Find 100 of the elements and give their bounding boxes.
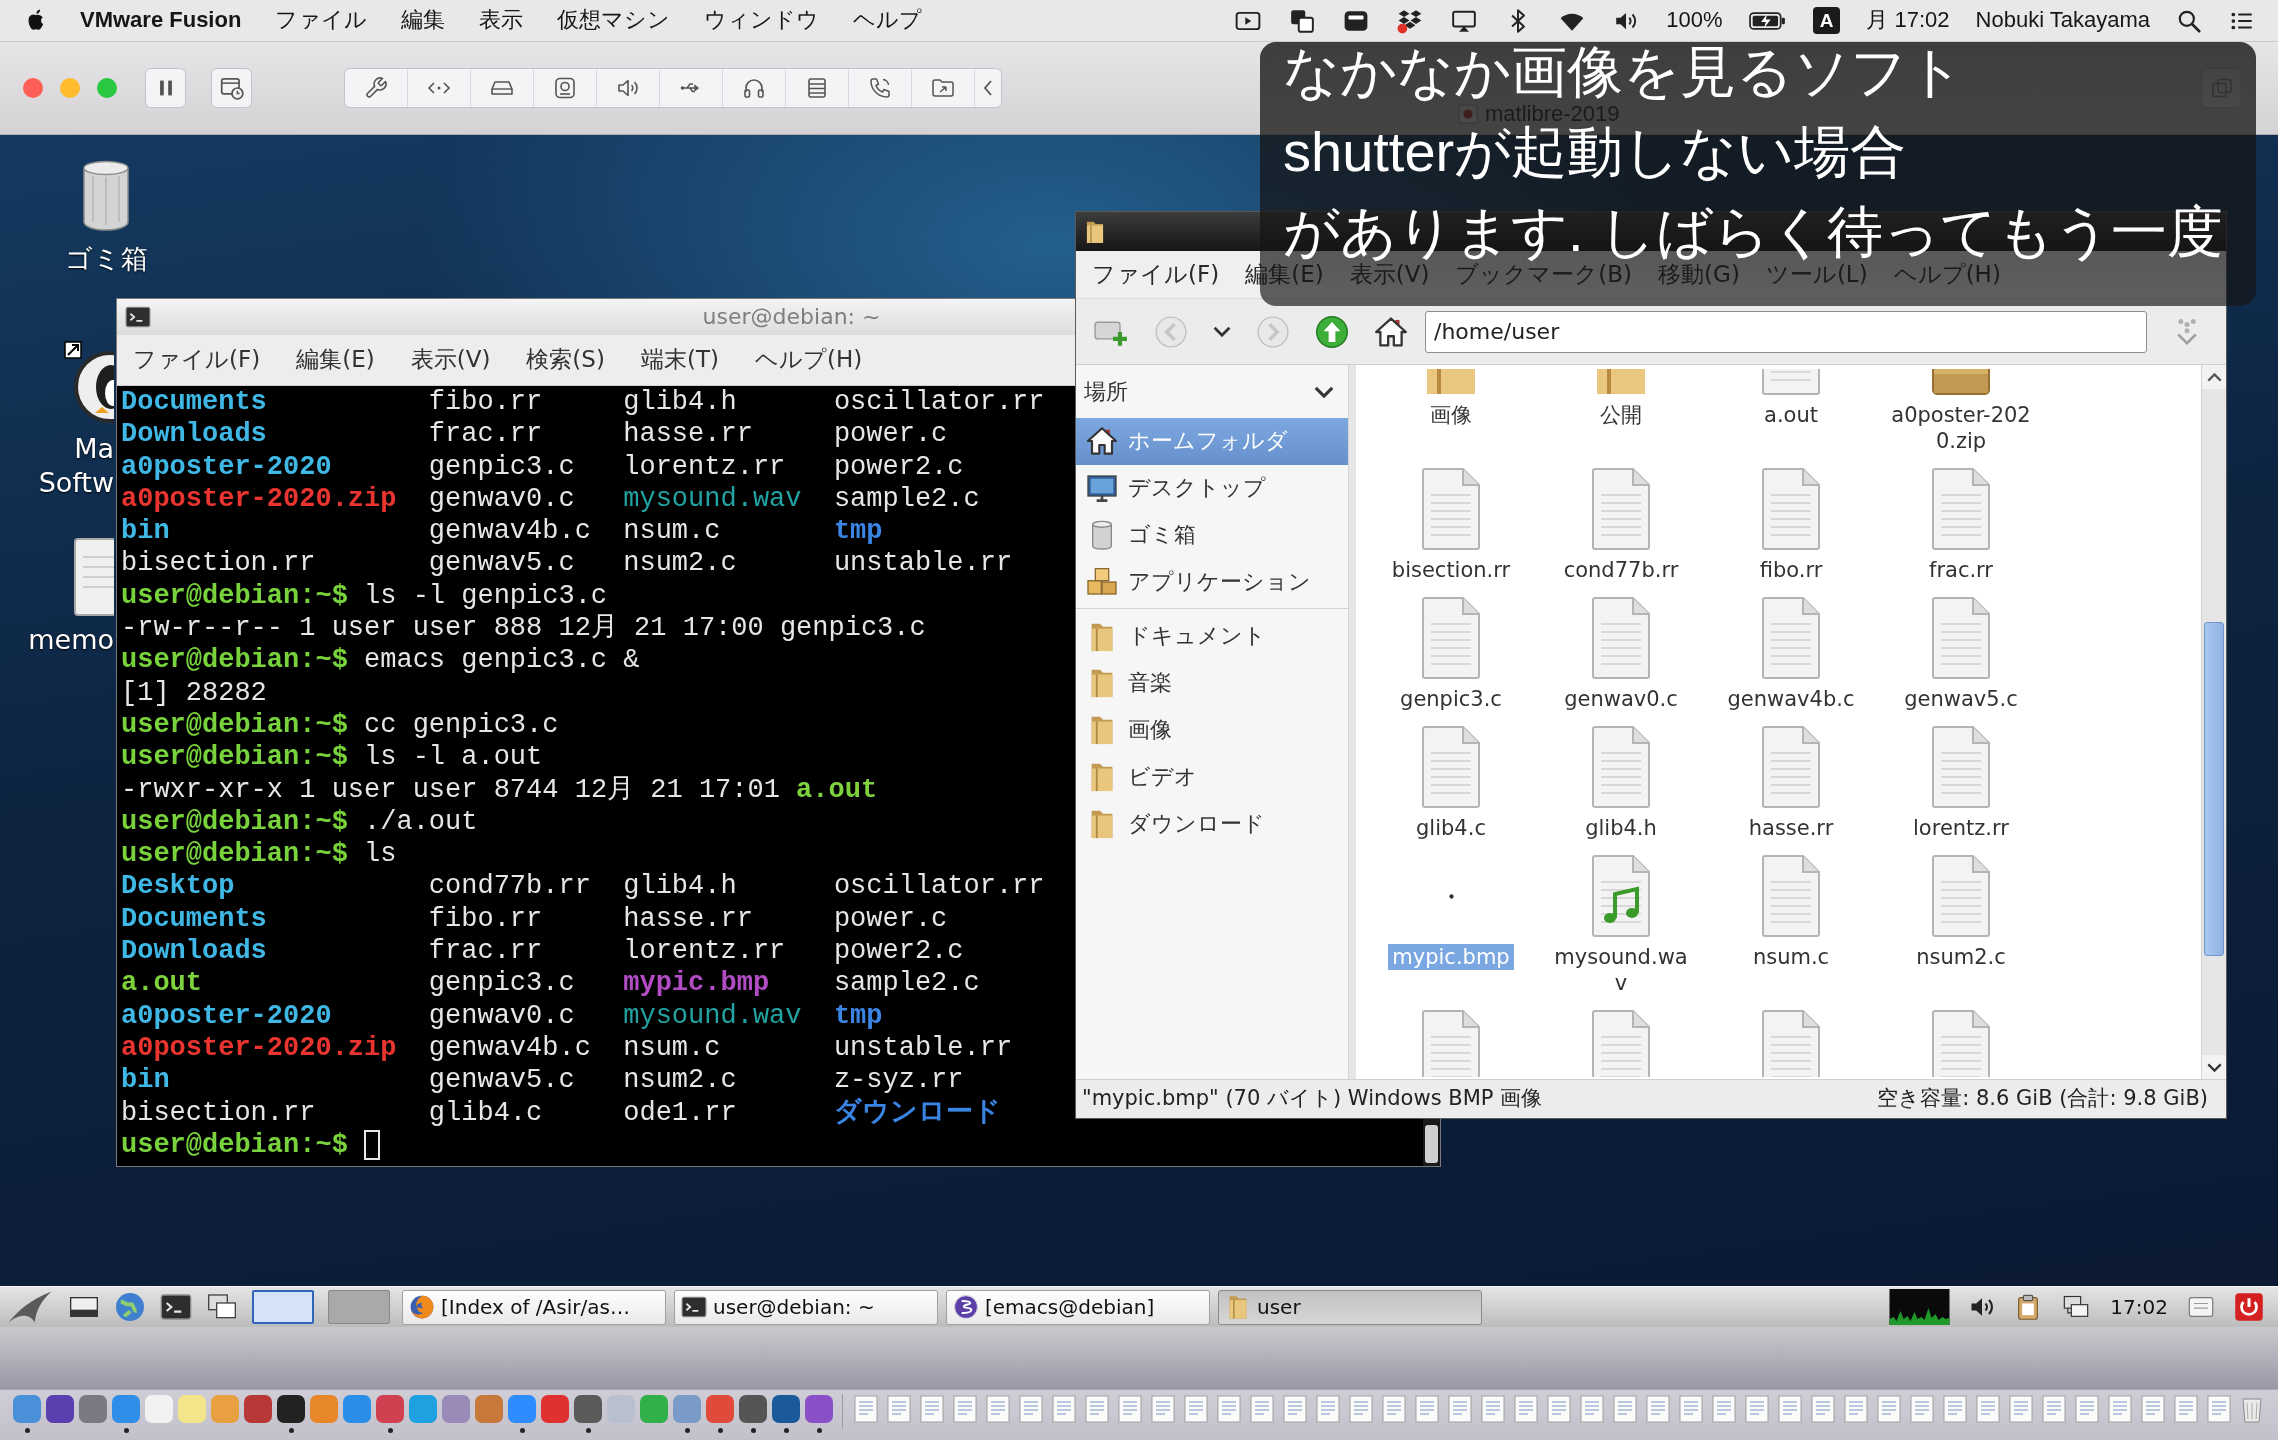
battery-icon[interactable] <box>1748 9 1787 32</box>
apple-logo-icon[interactable] <box>26 8 46 33</box>
document-thumbnail-icon[interactable] <box>917 1394 947 1424</box>
document-thumbnail-icon[interactable] <box>1247 1394 1277 1424</box>
menu-item[interactable]: ファイル <box>275 7 368 34</box>
file-icon[interactable] <box>1759 596 1823 680</box>
taskbar-clock[interactable]: 17:02 <box>2110 1295 2168 1319</box>
file-icon[interactable] <box>1419 467 1483 551</box>
file-name-label[interactable]: lorentz.rr <box>1909 815 2013 841</box>
document-thumbnail-icon[interactable] <box>2138 1394 2168 1424</box>
places-item[interactable]: ビデオ <box>1076 753 1348 801</box>
menu-item[interactable]: ウィンドウ <box>704 7 820 34</box>
file-icon[interactable] <box>1759 467 1823 551</box>
document-thumbnail-icon[interactable] <box>851 1394 881 1424</box>
document-thumbnail-icon[interactable] <box>1280 1394 1310 1424</box>
file-icon[interactable] <box>1419 596 1483 680</box>
file-icon[interactable] <box>1759 854 1823 938</box>
scrollbar-thumb[interactable] <box>1425 1125 1438 1163</box>
document-thumbnail-icon[interactable] <box>1445 1394 1475 1424</box>
file-icon[interactable] <box>1589 725 1653 809</box>
power-icon[interactable] <box>2234 1292 2264 1322</box>
file-icon[interactable] <box>1589 1009 1653 1077</box>
app-icon[interactable] <box>739 1395 767 1423</box>
document-thumbnail-icon[interactable] <box>1544 1394 1574 1424</box>
back-button[interactable] <box>1154 314 1188 349</box>
image-thumbnail-icon[interactable] <box>1448 893 1454 899</box>
file-name-label[interactable]: nsum.c <box>1748 944 1834 970</box>
file-name-label[interactable]: genpic3.c <box>1396 686 1506 712</box>
menu-item[interactable]: 表示 <box>479 7 524 34</box>
taskbar-task-button[interactable]: [emacs@debian] <box>946 1289 1210 1325</box>
file-icon[interactable] <box>1929 854 1993 938</box>
document-thumbnail-icon[interactable] <box>1016 1394 1046 1424</box>
places-dropdown[interactable]: 場所 <box>1076 373 1348 411</box>
archive-icon[interactable] <box>1929 369 1993 396</box>
file-name-label[interactable]: genwav0.c <box>1560 686 1682 712</box>
menu-item[interactable]: ファイル(F) <box>1092 263 1220 286</box>
document-thumbnail-icon[interactable] <box>1742 1394 1772 1424</box>
menu-bar-clock[interactable]: 月 17:02 <box>1866 7 1950 34</box>
menu-item[interactable]: 検索(S) <box>526 346 605 374</box>
scroll-up-button[interactable] <box>2202 365 2226 389</box>
file-icon[interactable] <box>1929 596 1993 680</box>
icon-label[interactable]: Ma <box>74 432 114 466</box>
menu-item[interactable]: ヘルプ(H) <box>754 346 863 374</box>
document-thumbnail-icon[interactable] <box>1478 1394 1508 1424</box>
file-icon[interactable] <box>1589 467 1653 551</box>
document-thumbnail-icon[interactable] <box>1577 1394 1607 1424</box>
icon-label[interactable]: ゴミ箱 <box>64 242 148 276</box>
document-thumbnail-icon[interactable] <box>1049 1394 1079 1424</box>
document-thumbnail-icon[interactable] <box>1973 1394 2003 1424</box>
document-thumbnail-icon[interactable] <box>2171 1394 2201 1424</box>
scroll-down-button[interactable] <box>2202 1055 2226 1079</box>
file-name-label[interactable]: hasse.rr <box>1744 815 1838 841</box>
input-source-indicator[interactable]: A <box>1812 7 1841 34</box>
document-thumbnail-icon[interactable] <box>1379 1394 1409 1424</box>
document-thumbnail-icon[interactable] <box>1115 1394 1145 1424</box>
home-button[interactable] <box>1374 314 1408 349</box>
forward-button[interactable] <box>1256 314 1290 349</box>
document-thumbnail-icon[interactable] <box>1610 1394 1640 1424</box>
document-thumbnail-icon[interactable] <box>950 1394 980 1424</box>
file-name-label[interactable]: mysound.wav <box>1545 944 1697 996</box>
document-thumbnail-icon[interactable] <box>1082 1394 1112 1424</box>
document-thumbnail-icon[interactable] <box>1346 1394 1376 1424</box>
file-icon[interactable] <box>1419 725 1483 809</box>
document-thumbnail-icon[interactable] <box>1841 1394 1871 1424</box>
document-icon[interactable] <box>73 537 114 617</box>
document-thumbnail-icon[interactable] <box>1148 1394 1178 1424</box>
places-item[interactable]: ダウンロード <box>1076 800 1348 848</box>
document-thumbnail-icon[interactable] <box>983 1394 1013 1424</box>
document-thumbnail-icon[interactable] <box>2072 1394 2102 1424</box>
window-close-button[interactable] <box>23 78 43 98</box>
menu-item[interactable]: 編集 <box>401 7 446 34</box>
music-file-icon[interactable] <box>1589 854 1653 938</box>
overlapping-squares-icon[interactable] <box>1288 7 1317 34</box>
menu-item[interactable]: 編集(E) <box>296 346 375 374</box>
window-minimize-button[interactable] <box>60 78 80 98</box>
file-icon[interactable] <box>1759 1009 1823 1077</box>
icon-label[interactable]: memo <box>28 623 114 657</box>
file-name-label[interactable]: glib4.h <box>1581 815 1661 841</box>
menu-item[interactable]: 仮想マシン <box>557 7 671 34</box>
file-icon[interactable] <box>1419 1009 1483 1077</box>
file-name-label[interactable]: fibo.rr <box>1755 557 1827 583</box>
terminal-icon[interactable] <box>160 1291 192 1323</box>
window-zoom-button[interactable] <box>97 78 117 98</box>
pause-button[interactable] <box>145 68 186 108</box>
workspace-button[interactable] <box>252 1290 314 1324</box>
places-item[interactable]: ゴミ箱 <box>1076 511 1348 559</box>
places-item[interactable]: デスクトップ <box>1076 464 1348 512</box>
document-thumbnail-icon[interactable] <box>1412 1394 1442 1424</box>
file-name-label[interactable]: 画像 <box>1426 402 1476 428</box>
file-name-label[interactable]: cond77b.rr <box>1559 557 1683 583</box>
app-menu[interactable]: VMware Fusion <box>80 7 242 34</box>
location-field[interactable]: /home/user <box>1425 310 2147 353</box>
document-thumbnail-icon[interactable] <box>1313 1394 1343 1424</box>
file-name-label[interactable]: a0poster-2020.zip <box>1885 402 2037 454</box>
document-thumbnail-icon[interactable] <box>1676 1394 1706 1424</box>
document-thumbnail-icon[interactable] <box>1907 1394 1937 1424</box>
places-item[interactable]: ドキュメント <box>1076 613 1348 660</box>
document-thumbnail-icon[interactable] <box>1643 1394 1673 1424</box>
snapshot-button[interactable] <box>211 68 252 108</box>
icon-label[interactable]: Softw <box>38 466 114 500</box>
